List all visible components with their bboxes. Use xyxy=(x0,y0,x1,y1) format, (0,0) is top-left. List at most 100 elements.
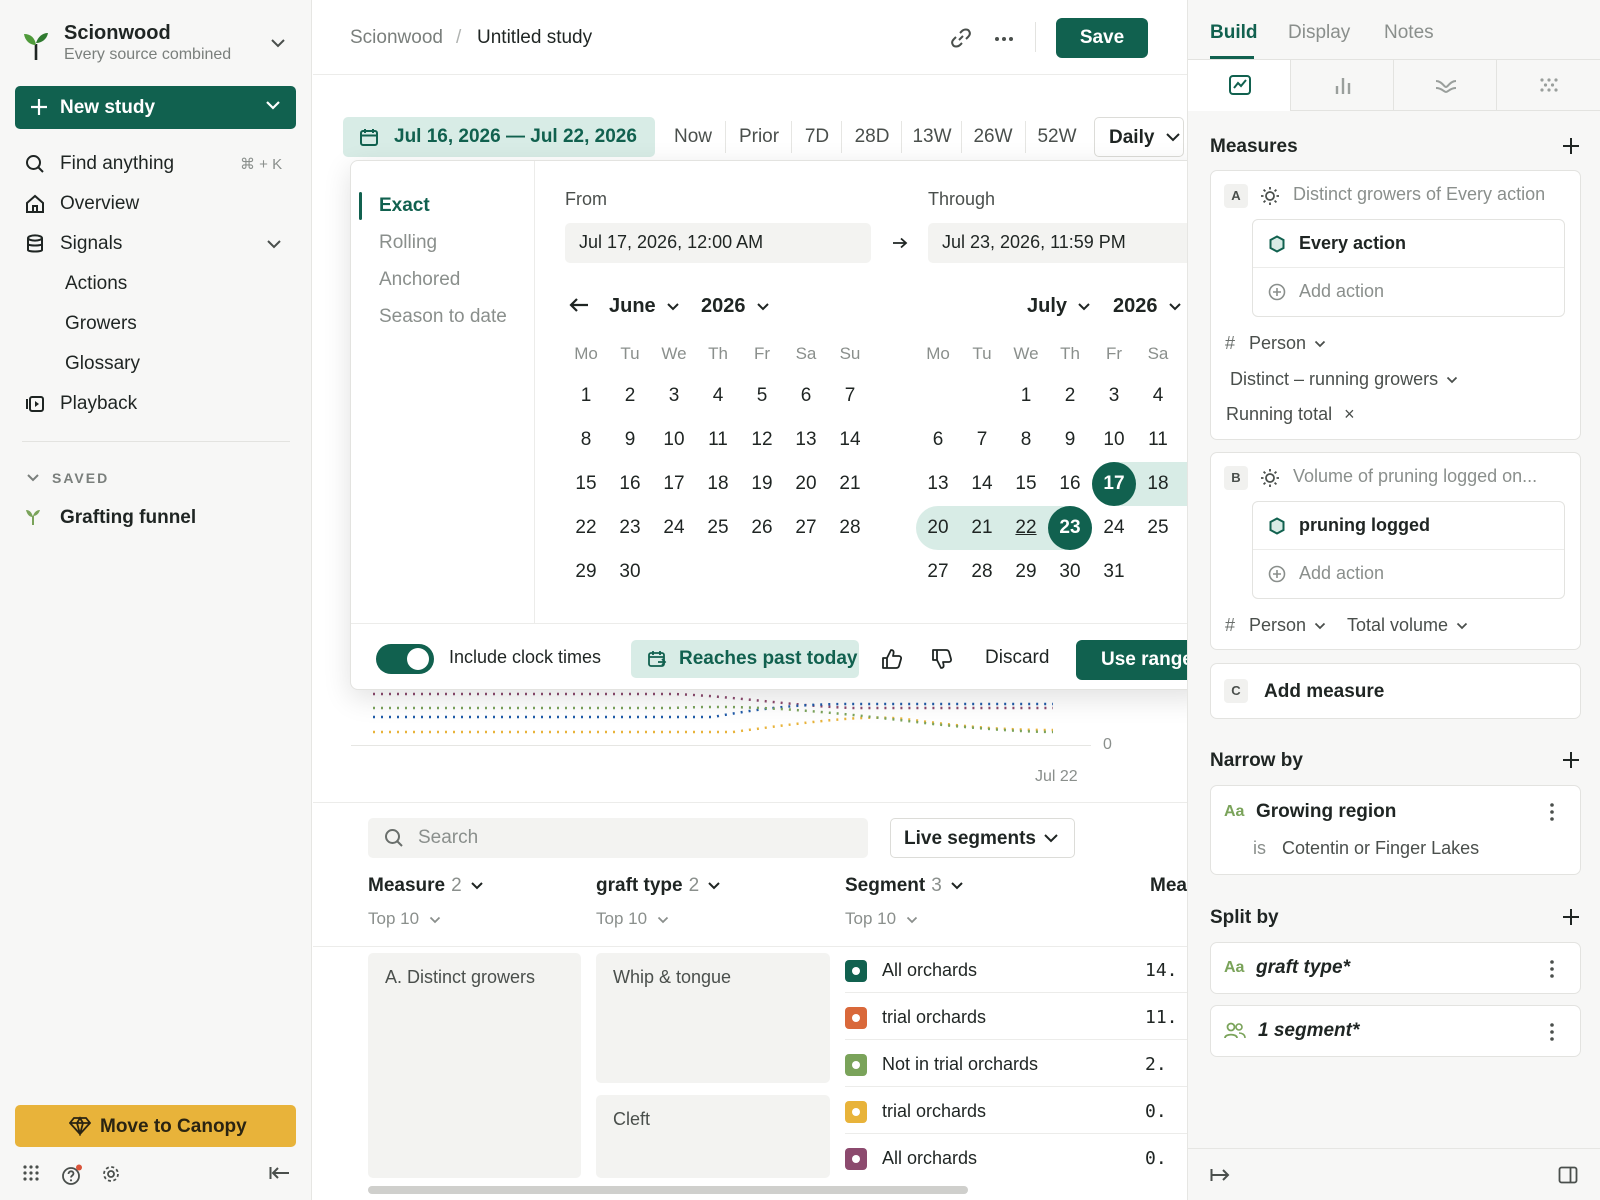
chart-type-bar[interactable] xyxy=(1291,60,1394,111)
include-clock-toggle[interactable] xyxy=(376,644,434,674)
chevron-down-icon[interactable] xyxy=(270,38,286,48)
top-n-select[interactable]: Top 10 xyxy=(596,909,669,929)
table-row[interactable]: Not in trial orchards 2. xyxy=(845,1040,1187,1087)
calendar-day[interactable]: 2 xyxy=(608,374,652,418)
calendar-day[interactable]: 25 xyxy=(696,506,740,550)
calendar-day[interactable]: 30 xyxy=(608,550,652,594)
preset-28d[interactable]: 28D xyxy=(843,117,901,157)
breadcrumb-study[interactable]: Untitled study xyxy=(477,27,592,49)
calendar-day[interactable]: 3 xyxy=(652,374,696,418)
calendar-day[interactable]: 6 xyxy=(916,418,960,462)
preset-now[interactable]: Now xyxy=(665,117,721,157)
column-header-segment[interactable]: Segment 3 xyxy=(845,875,964,897)
link-icon[interactable] xyxy=(951,28,971,48)
calendar-day[interactable]: 15 xyxy=(564,462,608,506)
calendar-day[interactable]: 1 xyxy=(1004,374,1048,418)
sidebar-item-signals[interactable]: Signals xyxy=(0,226,311,262)
collapse-sidebar-icon[interactable] xyxy=(269,1164,291,1182)
calendar-day[interactable]: 10 xyxy=(1092,418,1136,462)
calendar-day[interactable]: 16 xyxy=(1048,462,1092,506)
calendar-day[interactable]: 7 xyxy=(828,374,872,418)
tab-display[interactable]: Display xyxy=(1288,22,1350,44)
preset-13w[interactable]: 13W xyxy=(903,117,961,157)
table-row[interactable]: All orchards 14. xyxy=(845,946,1187,993)
search-input[interactable]: Search xyxy=(368,818,868,858)
calendar-day[interactable]: 24 xyxy=(1092,506,1136,550)
chevron-down-icon[interactable] xyxy=(265,100,281,110)
mode-season-to-date[interactable]: Season to date xyxy=(379,306,507,328)
aggregation-select[interactable]: Distinct – running growers xyxy=(1230,369,1458,390)
split-card-graft-type[interactable]: Aa graft type* xyxy=(1210,942,1581,994)
calendar-day[interactable]: 26 xyxy=(740,506,784,550)
calendar-day[interactable]: 2 xyxy=(1048,374,1092,418)
column-header-graft-type[interactable]: graft type 2 xyxy=(596,875,721,897)
workspace-name[interactable]: Scionwood xyxy=(64,22,171,45)
live-segments-select[interactable]: Live segments xyxy=(890,818,1075,858)
kebab-menu-icon[interactable] xyxy=(1549,959,1555,979)
aggregation-select[interactable]: Total volume xyxy=(1347,615,1468,636)
expand-panel-icon[interactable] xyxy=(1210,1166,1232,1184)
saved-item-grafting-funnel[interactable]: Grafting funnel xyxy=(0,500,311,536)
sidebar-item-overview[interactable]: Overview xyxy=(0,186,311,222)
calendar-day[interactable]: 29 xyxy=(1004,550,1048,594)
mode-exact[interactable]: Exact xyxy=(379,195,430,217)
calendar-day[interactable]: 30 xyxy=(1048,550,1092,594)
calendar-day[interactable]: 27 xyxy=(916,550,960,594)
action-item[interactable]: pruning logged xyxy=(1253,502,1564,550)
calendar-day[interactable]: 9 xyxy=(1048,418,1092,462)
discard-button[interactable]: Discard xyxy=(985,647,1049,669)
top-n-select[interactable]: Top 10 xyxy=(368,909,441,929)
calendar-day[interactable]: 8 xyxy=(1004,418,1048,462)
panel-toggle-icon[interactable] xyxy=(1558,1166,1578,1184)
sidebar-item-glossary[interactable]: Glossary xyxy=(0,346,311,382)
chevron-down-icon[interactable] xyxy=(266,239,282,249)
chevron-down-icon[interactable] xyxy=(26,473,40,483)
mode-rolling[interactable]: Rolling xyxy=(379,232,437,254)
calendar-day[interactable]: 16 xyxy=(608,462,652,506)
from-field[interactable]: Jul 17, 2026, 12:00 AM xyxy=(565,223,871,263)
horizontal-scrollbar[interactable] xyxy=(368,1186,968,1194)
mode-anchored[interactable]: Anchored xyxy=(379,269,460,291)
breadcrumb-workspace[interactable]: Scionwood xyxy=(350,27,443,49)
add-action-button[interactable]: Add action xyxy=(1253,550,1564,598)
tab-notes[interactable]: Notes xyxy=(1384,22,1434,44)
help-icon[interactable] xyxy=(61,1164,83,1186)
filter-card[interactable]: Aa Growing region is Cotentin or Finger … xyxy=(1210,785,1581,875)
calendar-day[interactable]: 7 xyxy=(960,418,1004,462)
tab-build[interactable]: Build xyxy=(1210,22,1258,44)
month-select[interactable]: July xyxy=(1027,295,1091,318)
calendar-day[interactable]: 18 xyxy=(696,462,740,506)
thumbs-down-icon[interactable] xyxy=(931,648,953,670)
chart-type-line[interactable] xyxy=(1188,60,1291,111)
person-select[interactable]: Person xyxy=(1249,333,1326,354)
add-measure-plus-icon[interactable] xyxy=(1561,136,1581,156)
preset-prior[interactable]: Prior xyxy=(727,117,791,157)
calendar-day[interactable]: 21 xyxy=(960,506,1004,550)
calendar-day[interactable]: 21 xyxy=(828,462,872,506)
calendar-day[interactable]: 28 xyxy=(828,506,872,550)
year-select[interactable]: 2026 xyxy=(701,295,770,318)
calendar-day[interactable]: 10 xyxy=(652,418,696,462)
calendar-day[interactable]: 13 xyxy=(916,462,960,506)
add-action-button[interactable]: Add action xyxy=(1253,268,1564,316)
calendar-day[interactable]: 13 xyxy=(784,418,828,462)
new-study-button[interactable]: New study xyxy=(15,86,296,129)
reaches-past-today-badge[interactable]: Reaches past today xyxy=(631,640,859,678)
calendar-day[interactable]: 3 xyxy=(1092,374,1136,418)
add-split-plus-icon[interactable] xyxy=(1561,907,1581,927)
chart-type-scatter[interactable] xyxy=(1497,60,1600,111)
person-select[interactable]: Person xyxy=(1249,615,1326,636)
top-n-select[interactable]: Top 10 xyxy=(845,909,918,929)
calendar-day[interactable]: 22 xyxy=(1004,506,1048,550)
previous-month-icon[interactable] xyxy=(569,297,589,313)
calendar-day[interactable]: 20 xyxy=(916,506,960,550)
calendar-day[interactable]: 14 xyxy=(828,418,872,462)
calendar-day[interactable]: 14 xyxy=(960,462,1004,506)
calendar-day[interactable]: 31 xyxy=(1092,550,1136,594)
measure-title[interactable]: Distinct growers of Every action xyxy=(1293,184,1545,205)
calendar-day[interactable]: 20 xyxy=(784,462,828,506)
column-header-measure-value[interactable]: Mea xyxy=(1150,875,1187,897)
calendar-day[interactable]: 24 xyxy=(652,506,696,550)
move-to-canopy-button[interactable]: Move to Canopy xyxy=(15,1105,296,1147)
add-measure-card[interactable]: C Add measure xyxy=(1210,663,1581,719)
